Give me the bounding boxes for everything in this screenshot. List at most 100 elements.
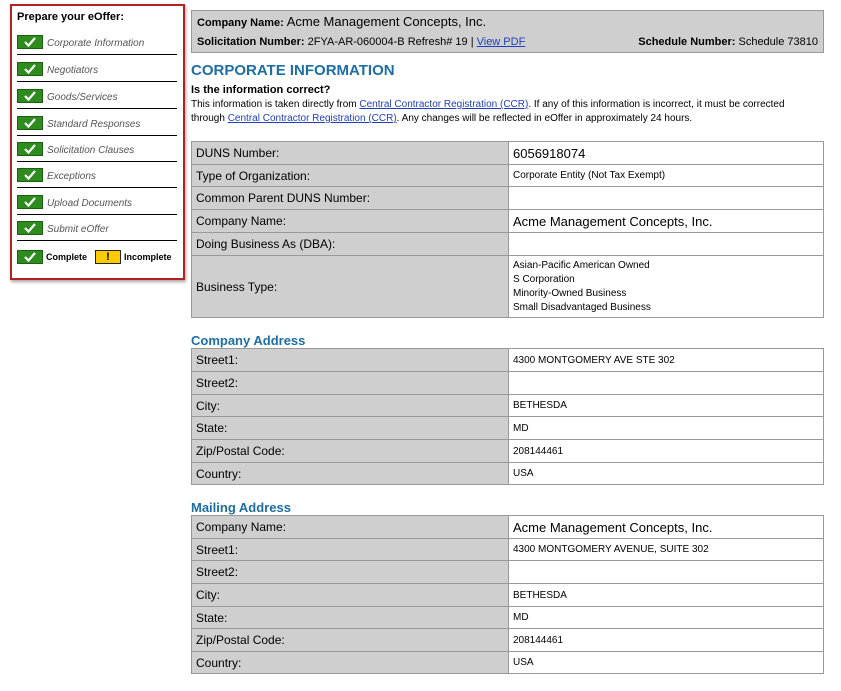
panel-title: Prepare your eOffer: [17,11,124,23]
step-label: Submit eOffer [47,224,109,235]
solicitation-row: Solicitation Number: 2FYA-AR-060004-B Re… [197,36,525,48]
step-label: Solicitation Clauses [47,145,135,156]
table-row: City: BETHESDA [191,394,824,417]
complete-check-icon [17,195,43,209]
legend-complete: Complete [17,250,87,264]
step-negotiators[interactable]: Negotiators [17,62,177,82]
table-row: Street2: [191,371,824,395]
complete-check-icon [17,142,43,156]
legend-incomplete: ! Incomplete [95,250,172,264]
table-row: Zip/Postal Code: 208144461 [191,439,824,463]
table-row: Street2: [191,560,824,584]
row-label: Company Name: [191,209,509,233]
row-label: Country: [191,462,509,485]
company-row: Company Name: Acme Management Concepts, … [197,14,486,29]
company-address-heading: Company Address [191,333,306,348]
table-row: Doing Business As (DBA): [191,232,824,256]
eoffer-steps-panel: Prepare your eOffer: Corporate Informati… [10,4,185,280]
company-label: Company Name: [197,17,284,29]
separator: | [470,36,474,48]
row-value: 4300 MONTGOMERY AVENUE, SUITE 302 [508,538,824,561]
complete-check-icon [17,168,43,182]
complete-check-icon [17,250,43,264]
table-row: Company Name: Acme Management Concepts, … [191,209,824,233]
row-value: USA [508,462,824,485]
info-text-part: . Any changes will be reflected in eOffe… [396,113,693,124]
row-value: USA [508,651,824,674]
row-value: 4300 MONTGOMERY AVE STE 302 [508,348,824,372]
info-text: This information is taken directly from … [191,98,811,126]
row-value: Acme Management Concepts, Inc. [508,209,824,233]
row-label: City: [191,583,509,607]
business-type-item: Small Disadvantaged Business [513,301,651,313]
mailing-address-table: Company Name: Acme Management Concepts, … [191,515,824,674]
step-standard-responses[interactable]: Standard Responses [17,116,177,136]
row-label: Street2: [191,560,509,584]
legend-complete-label: Complete [46,252,88,262]
complete-check-icon [17,116,43,130]
ccr-link[interactable]: Central Contractor Registration (CCR) [228,113,397,124]
complete-check-icon [17,89,43,103]
table-row: Country: USA [191,462,824,485]
table-row: State: MD [191,606,824,629]
info-text-part: This information is taken directly from [191,99,360,110]
business-type-item: Asian-Pacific American Owned [513,259,650,271]
row-label: Street1: [191,538,509,561]
row-label: Zip/Postal Code: [191,628,509,652]
step-label: Upload Documents [47,198,133,209]
table-row: State: MD [191,416,824,440]
row-value: Corporate Entity (Not Tax Exempt) [508,164,824,187]
solicitation-value: 2FYA-AR-060004-B Refresh# 19 [307,36,468,48]
step-upload-documents[interactable]: Upload Documents [17,195,177,215]
row-value: Acme Management Concepts, Inc. [508,515,824,539]
row-label: Doing Business As (DBA): [191,232,509,256]
row-label: Company Name: [191,515,509,539]
schedule-value: Schedule 73810 [738,36,818,48]
view-pdf-link[interactable]: View PDF [477,36,526,48]
row-label: Business Type: [191,255,509,318]
step-label: Goods/Services [47,92,118,103]
row-value [508,186,824,210]
table-row: Country: USA [191,651,824,674]
step-solicitation-clauses[interactable]: Solicitation Clauses [17,142,177,162]
step-exceptions[interactable]: Exceptions [17,168,177,188]
table-row: Common Parent DUNS Number: [191,186,824,210]
row-value [508,560,824,584]
step-label: Negotiators [47,65,99,76]
page-title: CORPORATE INFORMATION [191,62,395,79]
solicitation-header: Company Name: Acme Management Concepts, … [191,10,824,53]
row-label: Street1: [191,348,509,372]
complete-check-icon [17,221,43,235]
business-type-item: Minority-Owned Business [513,287,627,299]
schedule-label: Schedule Number: [638,36,736,48]
row-label: State: [191,416,509,440]
step-label: Exceptions [47,171,96,182]
table-row: Street1: 4300 MONTGOMERY AVE STE 302 [191,348,824,372]
step-label: Standard Responses [47,119,141,130]
row-value: MD [508,416,824,440]
solicitation-label: Solicitation Number: [197,36,305,48]
row-value [508,232,824,256]
complete-check-icon [17,62,43,76]
ccr-link[interactable]: Central Contractor Registration (CCR) [359,99,528,110]
table-row: Business Type: Asian-Pacific American Ow… [191,255,824,318]
table-row: Street1: 4300 MONTGOMERY AVENUE, SUITE 3… [191,538,824,561]
table-row: Company Name: Acme Management Concepts, … [191,515,824,539]
complete-check-icon [17,35,43,49]
business-type-list: Asian-Pacific American Owned S Corporati… [508,255,824,318]
row-label: State: [191,606,509,629]
incomplete-warning-icon: ! [95,250,121,264]
business-type-item: S Corporation [513,273,575,285]
schedule-row: Schedule Number: Schedule 73810 [638,36,818,48]
company-value: Acme Management Concepts, Inc. [286,14,487,29]
table-row: Type of Organization: Corporate Entity (… [191,164,824,187]
row-value [508,371,824,395]
row-label: Type of Organization: [191,164,509,187]
table-row: DUNS Number: 6056918074 [191,141,824,165]
row-label: Zip/Postal Code: [191,439,509,463]
step-corporate-information[interactable]: Corporate Information [17,35,177,55]
step-submit-eoffer[interactable]: Submit eOffer [17,221,177,241]
row-label: Country: [191,651,509,674]
step-goods-services[interactable]: Goods/Services [17,89,177,109]
company-address-table: Street1: 4300 MONTGOMERY AVE STE 302 Str… [191,348,824,485]
